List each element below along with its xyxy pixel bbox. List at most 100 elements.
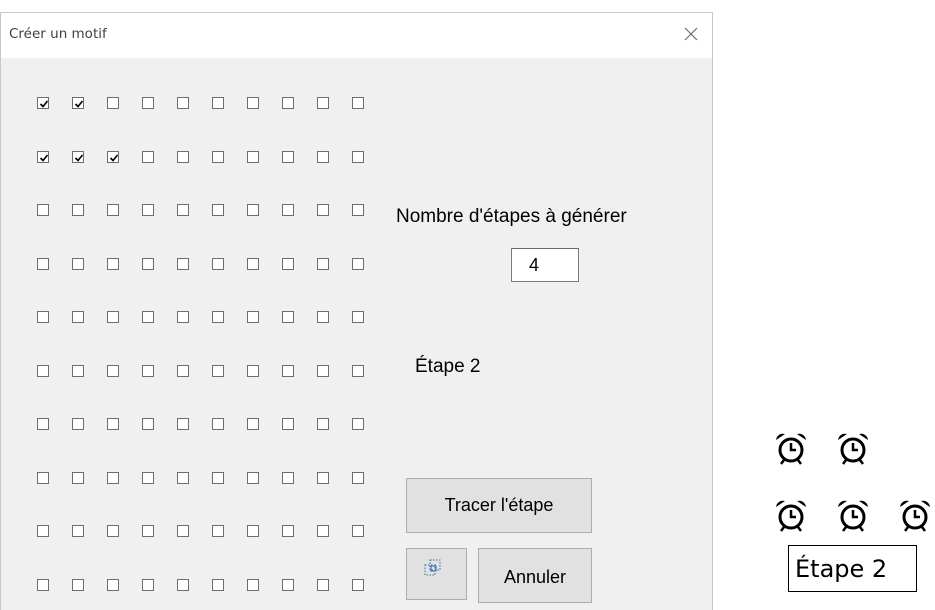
pattern-checkbox[interactable] xyxy=(142,97,154,109)
pattern-checkbox[interactable] xyxy=(142,471,154,484)
pattern-checkbox[interactable] xyxy=(317,418,329,430)
pattern-checkbox[interactable] xyxy=(72,525,84,537)
pattern-checkbox[interactable] xyxy=(212,204,224,216)
pattern-checkbox[interactable] xyxy=(142,578,154,591)
pattern-checkbox[interactable] xyxy=(177,257,189,270)
pattern-checkbox[interactable] xyxy=(72,257,84,270)
pattern-checkbox[interactable] xyxy=(72,578,84,591)
pattern-checkbox[interactable] xyxy=(212,364,224,377)
pattern-checkbox[interactable] xyxy=(317,97,329,109)
pattern-checkbox[interactable] xyxy=(142,418,154,430)
pattern-checkbox[interactable] xyxy=(142,525,154,537)
pattern-checkbox[interactable] xyxy=(107,97,119,109)
pattern-checkbox[interactable] xyxy=(282,204,294,216)
pattern-checkbox[interactable] xyxy=(107,257,119,270)
pattern-checkbox[interactable] xyxy=(352,97,364,109)
pattern-checkbox[interactable] xyxy=(317,311,329,323)
pattern-checkbox[interactable] xyxy=(107,150,119,163)
cancel-button[interactable]: Annuler xyxy=(478,548,592,603)
pattern-checkbox[interactable] xyxy=(352,150,364,163)
pattern-checkbox[interactable] xyxy=(177,471,189,484)
pattern-checkbox[interactable] xyxy=(37,204,49,216)
pattern-checkbox[interactable] xyxy=(212,525,224,537)
pattern-checkbox[interactable] xyxy=(107,418,119,430)
pattern-checkbox[interactable] xyxy=(317,204,329,216)
pattern-checkbox[interactable] xyxy=(37,364,49,377)
pattern-checkbox[interactable] xyxy=(72,204,84,216)
pattern-checkbox[interactable] xyxy=(177,204,189,216)
pattern-checkbox[interactable] xyxy=(177,150,189,163)
pattern-checkbox[interactable] xyxy=(317,471,329,484)
pattern-checkbox[interactable] xyxy=(247,471,259,484)
pattern-checkbox[interactable] xyxy=(352,471,364,484)
pattern-checkbox[interactable] xyxy=(247,578,259,591)
pattern-checkbox[interactable] xyxy=(282,97,294,109)
pattern-checkbox[interactable] xyxy=(107,578,119,591)
pattern-checkbox[interactable] xyxy=(72,471,84,484)
pattern-checkbox[interactable] xyxy=(107,204,119,216)
pattern-checkbox[interactable] xyxy=(282,150,294,163)
pattern-checkbox[interactable] xyxy=(107,311,119,323)
pattern-checkbox[interactable] xyxy=(317,525,329,537)
pattern-checkbox[interactable] xyxy=(282,471,294,484)
pattern-checkbox[interactable] xyxy=(352,525,364,537)
pattern-checkbox[interactable] xyxy=(282,364,294,377)
pattern-checkbox[interactable] xyxy=(212,418,224,430)
pattern-checkbox[interactable] xyxy=(107,471,119,484)
pattern-checkbox[interactable] xyxy=(352,418,364,430)
pattern-checkbox[interactable] xyxy=(247,150,259,163)
pattern-checkbox[interactable] xyxy=(247,97,259,109)
pattern-checkbox[interactable] xyxy=(282,578,294,591)
pattern-checkbox[interactable] xyxy=(247,525,259,537)
pattern-checkbox[interactable] xyxy=(107,364,119,377)
pattern-checkbox[interactable] xyxy=(177,578,189,591)
pattern-checkbox[interactable] xyxy=(37,418,49,430)
pattern-checkbox[interactable] xyxy=(247,418,259,430)
pattern-checkbox[interactable] xyxy=(177,311,189,323)
pattern-checkbox[interactable] xyxy=(212,257,224,270)
pattern-checkbox[interactable] xyxy=(212,471,224,484)
pattern-checkbox[interactable] xyxy=(72,150,84,163)
pattern-checkbox[interactable] xyxy=(37,525,49,537)
pattern-checkbox[interactable] xyxy=(352,204,364,216)
pattern-checkbox[interactable] xyxy=(212,97,224,109)
pattern-checkbox[interactable] xyxy=(37,311,49,323)
pattern-checkbox[interactable] xyxy=(247,257,259,270)
pattern-checkbox[interactable] xyxy=(72,311,84,323)
pattern-checkbox[interactable] xyxy=(282,311,294,323)
pattern-checkbox[interactable] xyxy=(212,150,224,163)
pattern-checkbox[interactable] xyxy=(72,418,84,430)
pattern-checkbox[interactable] xyxy=(317,578,329,591)
close-button[interactable] xyxy=(676,19,706,49)
pattern-checkbox[interactable] xyxy=(282,525,294,537)
pattern-checkbox[interactable] xyxy=(282,418,294,430)
pattern-checkbox[interactable] xyxy=(72,364,84,377)
pattern-checkbox[interactable] xyxy=(247,311,259,323)
pattern-checkbox[interactable] xyxy=(352,311,364,323)
steps-count-input[interactable]: 4 xyxy=(511,248,579,282)
pattern-checkbox[interactable] xyxy=(352,257,364,270)
pattern-checkbox[interactable] xyxy=(142,311,154,323)
pattern-checkbox[interactable] xyxy=(177,97,189,109)
pattern-checkbox[interactable] xyxy=(177,525,189,537)
pattern-checkbox[interactable] xyxy=(352,578,364,591)
copy-selection-button[interactable] xyxy=(406,548,467,600)
pattern-checkbox[interactable] xyxy=(142,150,154,163)
pattern-checkbox[interactable] xyxy=(317,150,329,163)
pattern-checkbox[interactable] xyxy=(142,364,154,377)
pattern-checkbox[interactable] xyxy=(352,364,364,377)
pattern-checkbox[interactable] xyxy=(142,257,154,270)
pattern-checkbox[interactable] xyxy=(37,97,49,109)
pattern-checkbox[interactable] xyxy=(317,364,329,377)
pattern-checkbox[interactable] xyxy=(107,525,119,537)
pattern-checkbox[interactable] xyxy=(72,97,84,109)
pattern-checkbox[interactable] xyxy=(177,418,189,430)
pattern-checkbox[interactable] xyxy=(212,578,224,591)
pattern-checkbox[interactable] xyxy=(142,204,154,216)
pattern-checkbox[interactable] xyxy=(37,471,49,484)
trace-step-button[interactable]: Tracer l'étape xyxy=(406,478,592,533)
pattern-checkbox[interactable] xyxy=(247,364,259,377)
pattern-checkbox[interactable] xyxy=(37,257,49,270)
pattern-checkbox[interactable] xyxy=(282,257,294,270)
pattern-checkbox[interactable] xyxy=(247,204,259,216)
